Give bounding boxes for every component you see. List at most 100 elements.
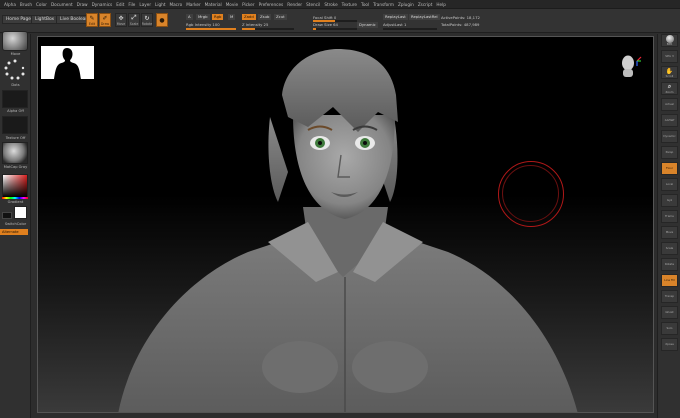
secondary-color-swatch[interactable] [14, 206, 27, 219]
material-mode-button[interactable]: ● [156, 13, 168, 27]
edit-icon: ✎ [89, 14, 95, 22]
zadd-button[interactable]: Zadd [242, 14, 256, 20]
zcut-button[interactable]: Zcut [274, 14, 287, 20]
menu-draw[interactable]: Draw [77, 2, 88, 7]
alpha-label: Alpha Off [7, 109, 24, 113]
bpr-button[interactable]: BPR [661, 34, 678, 47]
texture-thumbnail[interactable] [2, 116, 28, 134]
switch-color-label[interactable]: SwitchColor [0, 222, 31, 226]
menu-dynamics[interactable]: Dynamics [92, 2, 113, 7]
replay-last-button[interactable]: ReplayLast [383, 14, 408, 20]
actual-button[interactable]: Actual [661, 98, 678, 111]
menu-picker[interactable]: Picker [242, 2, 254, 7]
alternate-button[interactable]: Alternate [0, 229, 28, 235]
ghost-button[interactable]: Ghost [661, 306, 678, 319]
draw-size-slider[interactable] [313, 28, 357, 30]
draw-mode-button[interactable]: ✐ Draw [99, 13, 111, 27]
scale-view-button[interactable]: Scale [661, 242, 678, 255]
menu-macro[interactable]: Macro [170, 2, 183, 7]
local-button[interactable]: Local [661, 178, 678, 191]
aahalf-button[interactable]: AAHalf [661, 114, 678, 127]
gradient-label: Gradient [7, 200, 24, 204]
scale-icon: ⤢ [131, 14, 137, 21]
stroke-dots-icon[interactable] [3, 58, 27, 82]
brush-label: Move [10, 52, 21, 56]
top-shelf: Home Page LightBox Live Boolean ✎ Edit ✐ D… [0, 9, 680, 33]
menu-edit[interactable]: Edit [116, 2, 124, 7]
sphere-icon: ● [159, 16, 165, 24]
total-points-readout: TotalPoints: 487,989 [441, 22, 480, 27]
transp-button[interactable]: Transp [661, 290, 678, 303]
menu-stencil[interactable]: Stencil [306, 2, 320, 7]
menu-layer[interactable]: Layer [139, 2, 151, 7]
menu-brush[interactable]: Brush [20, 2, 32, 7]
menu-texture[interactable]: Texture [342, 2, 357, 7]
main-color-swatch[interactable] [2, 212, 12, 219]
z-intensity-fill [242, 28, 255, 30]
dynamic-persp-button[interactable]: Dynamic [661, 130, 678, 143]
menu-document[interactable]: Document [51, 2, 73, 7]
menu-tool[interactable]: Tool [361, 2, 369, 7]
move-mode-button[interactable]: ✥ Move [115, 13, 127, 27]
canvas-viewport[interactable] [37, 36, 654, 413]
rgb-intensity-slider[interactable] [186, 28, 236, 30]
material-thumbnail[interactable] [2, 142, 28, 164]
chest-right [352, 341, 428, 393]
mrgb-button[interactable]: Mrgb [196, 14, 210, 20]
xpose-button[interactable]: Xpose [661, 338, 678, 351]
frame-button[interactable]: Frame [661, 210, 678, 223]
menu-color[interactable]: Color [36, 2, 47, 7]
scale-mode-button[interactable]: ⤢ Scale [128, 13, 140, 27]
brush-thumbnail[interactable] [2, 31, 28, 51]
hair-left [268, 117, 288, 202]
edit-mode-button[interactable]: ✎ Edit [86, 13, 98, 27]
menu-zplugin[interactable]: Zplugin [398, 2, 414, 7]
menu-zscript[interactable]: Zscript [418, 2, 433, 7]
menu-alpha[interactable]: Alpha [4, 2, 16, 7]
menu-transform[interactable]: Transform [373, 2, 394, 7]
gyz-button[interactable]: Gyz [661, 194, 678, 207]
rotate-view-button[interactable]: Rotate [661, 258, 678, 271]
alpha-thumbnail[interactable] [2, 90, 28, 108]
zoom-button[interactable]: ⌕ Zoom [661, 82, 678, 95]
persp-button[interactable]: Persp [661, 146, 678, 159]
rotate-mode-button[interactable]: ↻ Rotate [141, 13, 153, 27]
adjust-last-slider[interactable] [383, 28, 437, 30]
move-view-button[interactable]: Move [661, 226, 678, 239]
replay-last-rel-button[interactable]: ReplayLastRel [409, 14, 440, 20]
move-icon: ✥ [118, 14, 124, 22]
menu-movie[interactable]: Movie [226, 2, 238, 7]
rgb-button[interactable]: Rgb [212, 14, 224, 20]
menu-preferences[interactable]: Preferences [259, 2, 284, 7]
menu-material[interactable]: Material [205, 2, 222, 7]
dynamic-button[interactable]: Dynamic [357, 22, 378, 28]
scroll-button[interactable]: ✋ Scroll [661, 66, 678, 79]
zsub-button[interactable]: Zsub [258, 14, 272, 20]
menu-help[interactable]: Help [436, 2, 446, 7]
active-points-readout: ActivePoints: 18,172 [441, 15, 480, 20]
character-sculpt[interactable] [38, 37, 654, 413]
hue-strip[interactable] [2, 197, 28, 199]
left-tray: Move Dots Alpha Off Texture Off MatCap G… [0, 31, 31, 418]
floor-button[interactable]: Floor [661, 162, 678, 175]
lightbox-button[interactable]: LightBox [31, 15, 59, 24]
a-button[interactable]: A [186, 14, 193, 20]
chest-left [262, 341, 338, 393]
z-intensity-slider[interactable] [242, 28, 294, 30]
menu-file[interactable]: File [128, 2, 135, 7]
menu-light[interactable]: Light [155, 2, 165, 7]
menu-stroke[interactable]: Stroke [324, 2, 337, 7]
polyframe-button[interactable]: Line Fill [661, 274, 678, 287]
menu-marker[interactable]: Marker [186, 2, 200, 7]
menu-render[interactable]: Render [287, 2, 302, 7]
color-picker[interactable] [2, 174, 28, 198]
draw-size-label: Draw Size 64 [313, 22, 338, 27]
solo-button[interactable]: Solo [661, 322, 678, 335]
right-tray: BPR SPix 3 ✋ Scroll ⌕ Zoom Actual AAHalf D… [657, 34, 680, 418]
spix-button[interactable]: SPix 3 [661, 50, 678, 63]
pupil-left [318, 141, 322, 145]
material-label: MatCap Gray [3, 165, 28, 169]
m-button[interactable]: M [228, 14, 236, 20]
draw-size-fill [313, 28, 316, 30]
brush-cursor [498, 161, 564, 227]
